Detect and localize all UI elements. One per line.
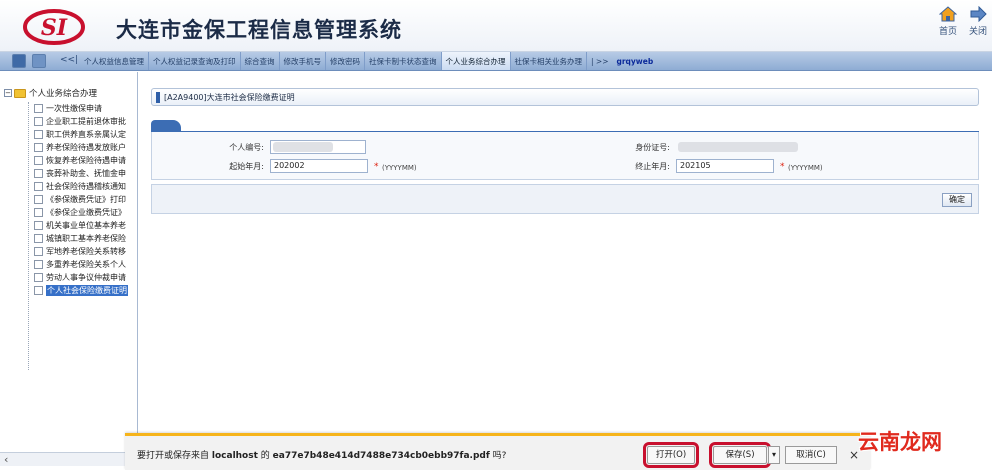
app-header: SI 大连市金保工程信息管理系统 首页 关闭 xyxy=(0,0,992,52)
person-no-label: 个人编号: xyxy=(229,143,264,152)
checkbox-icon[interactable] xyxy=(34,234,43,243)
checkbox-icon[interactable] xyxy=(34,169,43,178)
nav-back-icon[interactable] xyxy=(32,54,46,68)
redacted-value xyxy=(273,142,333,152)
tab-personal-rights[interactable]: 个人权益信息管理 xyxy=(80,52,149,70)
required-mark: * xyxy=(780,162,785,172)
checkbox-icon[interactable] xyxy=(34,195,43,204)
horizontal-scrollbar[interactable]: ‹ xyxy=(0,452,137,466)
nav-home-icon[interactable] xyxy=(12,54,26,68)
tab-personal-business[interactable]: 个人业务综合办理 xyxy=(441,52,511,70)
tree-item[interactable]: 养老保险待遇发放账户 xyxy=(34,141,137,154)
checkbox-icon[interactable] xyxy=(34,130,43,139)
si-logo-icon: SI xyxy=(23,9,85,45)
tree-item[interactable]: 丧葬补助金、抚恤金申 xyxy=(34,167,137,180)
tree-item-selected[interactable]: 个人社会保险缴费证明 xyxy=(34,284,137,297)
tab-general-query[interactable]: 综合查询 xyxy=(241,52,280,70)
checkbox-icon[interactable] xyxy=(34,117,43,126)
nav-extra-link[interactable]: grqyweb xyxy=(612,52,657,70)
button-area: 确定 xyxy=(151,184,979,214)
exit-arrow-icon xyxy=(970,6,987,22)
start-month-label: 起始年月: xyxy=(229,162,264,171)
tree-item[interactable]: 职工供养直系亲属认定 xyxy=(34,128,137,141)
tree-item[interactable]: 多重养老保险关系个人 xyxy=(34,258,137,271)
home-icon xyxy=(939,6,957,22)
query-form: 个人编号: 身份证号: 起始年月: 202002 * (YYYYMM) 终止年月… xyxy=(151,132,979,180)
scroll-left-icon[interactable]: ‹ xyxy=(4,453,8,466)
end-month-label: 终止年月: xyxy=(635,162,670,171)
tab-rights-record-print[interactable]: 个人权益记录查询及打印 xyxy=(149,52,241,70)
watermark-text: 云南龙网 xyxy=(858,430,942,454)
save-button[interactable]: 保存(S) xyxy=(709,442,771,468)
tree-item[interactable]: 军地养老保险关系转移 xyxy=(34,245,137,258)
checkbox-icon[interactable] xyxy=(34,260,43,269)
tree-item[interactable]: 一次性缴保申请 xyxy=(34,102,137,115)
save-dropdown-icon[interactable]: ▾ xyxy=(768,446,780,464)
tab-change-phone[interactable]: 修改手机号 xyxy=(280,52,326,70)
checkbox-icon[interactable] xyxy=(34,247,43,256)
download-notification-bar: 要打开或保存来自 localhost 的 ea77e7b48e414d7488e… xyxy=(125,433,870,470)
checkbox-icon[interactable] xyxy=(34,286,43,295)
close-button[interactable]: 关闭 xyxy=(964,6,992,37)
tree-root-label: 个人业务综合办理 xyxy=(29,89,98,99)
main-content: [A2A9400]大连市社会保险缴费证明 个人编号: 身份证号: 起始年月: 2… xyxy=(139,72,992,470)
tab-card-business[interactable]: 社保卡相关业务办理 xyxy=(511,52,587,70)
tree-item[interactable]: 劳动人事争议仲裁申请 xyxy=(34,271,137,284)
collapse-icon[interactable]: − xyxy=(4,89,12,97)
redacted-id-value xyxy=(678,142,798,152)
tree-item[interactable]: 机关事业单位基本养老 xyxy=(34,219,137,232)
tree-item[interactable]: 恢复养老保险待遇申请 xyxy=(34,154,137,167)
tree-item[interactable]: 城镇职工基本养老保险 xyxy=(34,232,137,245)
close-label: 关闭 xyxy=(968,27,987,37)
checkbox-icon[interactable] xyxy=(34,273,43,282)
panel-title-bar: [A2A9400]大连市社会保险缴费证明 xyxy=(151,88,979,106)
format-hint: (YYYYMM) xyxy=(788,164,823,172)
end-month-input[interactable]: 202105 xyxy=(676,159,774,173)
checkbox-icon[interactable] xyxy=(34,221,43,230)
format-hint: (YYYYMM) xyxy=(382,164,417,172)
nav-scroll-right[interactable]: | >> xyxy=(587,52,612,70)
app-title: 大连市金保工程信息管理系统 xyxy=(116,18,402,42)
nav-scroll-left[interactable]: <<| xyxy=(60,55,78,65)
nav-tab-bar: <<| 个人权益信息管理 个人权益记录查询及打印 综合查询 修改手机号 修改密码… xyxy=(0,52,992,71)
checkbox-icon[interactable] xyxy=(34,156,43,165)
panel-title: [A2A9400]大连市社会保险缴费证明 xyxy=(164,93,295,102)
required-mark: * xyxy=(374,162,379,172)
tree-item[interactable]: 社会保险待遇稽核通知 xyxy=(34,180,137,193)
open-button[interactable]: 打开(O) xyxy=(643,442,699,468)
checkbox-icon[interactable] xyxy=(34,104,43,113)
tree-line xyxy=(28,102,29,370)
checkbox-icon[interactable] xyxy=(34,208,43,217)
folder-icon xyxy=(14,88,26,98)
tab-change-password[interactable]: 修改密码 xyxy=(326,52,365,70)
title-bar-icon xyxy=(156,92,160,103)
download-prompt: 要打开或保存来自 localhost 的 ea77e7b48e414d7488e… xyxy=(137,451,507,461)
tab-card-status[interactable]: 社保卡制卡状态查询 xyxy=(365,52,442,70)
start-month-input[interactable]: 202002 xyxy=(270,159,368,173)
checkbox-icon[interactable] xyxy=(34,182,43,191)
home-button[interactable]: 首页 xyxy=(934,6,962,37)
tree-item[interactable]: 《参保企业缴费凭证》 xyxy=(34,206,137,219)
id-no-label: 身份证号: xyxy=(635,143,670,152)
cancel-button[interactable]: 取消(C) xyxy=(785,446,837,464)
logo-text: SI xyxy=(41,15,68,41)
confirm-button[interactable]: 确定 xyxy=(942,193,972,207)
home-label: 首页 xyxy=(938,27,957,37)
sidebar-tree: − 个人业务综合办理 一次性缴保申请 企业职工提前退休审批 职工供养直系亲属认定… xyxy=(0,72,138,470)
tree-item[interactable]: 企业职工提前退休审批 xyxy=(34,115,137,128)
tree-root[interactable]: − 个人业务综合办理 xyxy=(4,86,97,100)
nav-tabs: 个人权益信息管理 个人权益记录查询及打印 综合查询 修改手机号 修改密码 社保卡… xyxy=(80,52,657,70)
tree-item[interactable]: 《参保缴费凭证》打印 xyxy=(34,193,137,206)
person-no-input[interactable] xyxy=(270,140,366,154)
checkbox-icon[interactable] xyxy=(34,143,43,152)
